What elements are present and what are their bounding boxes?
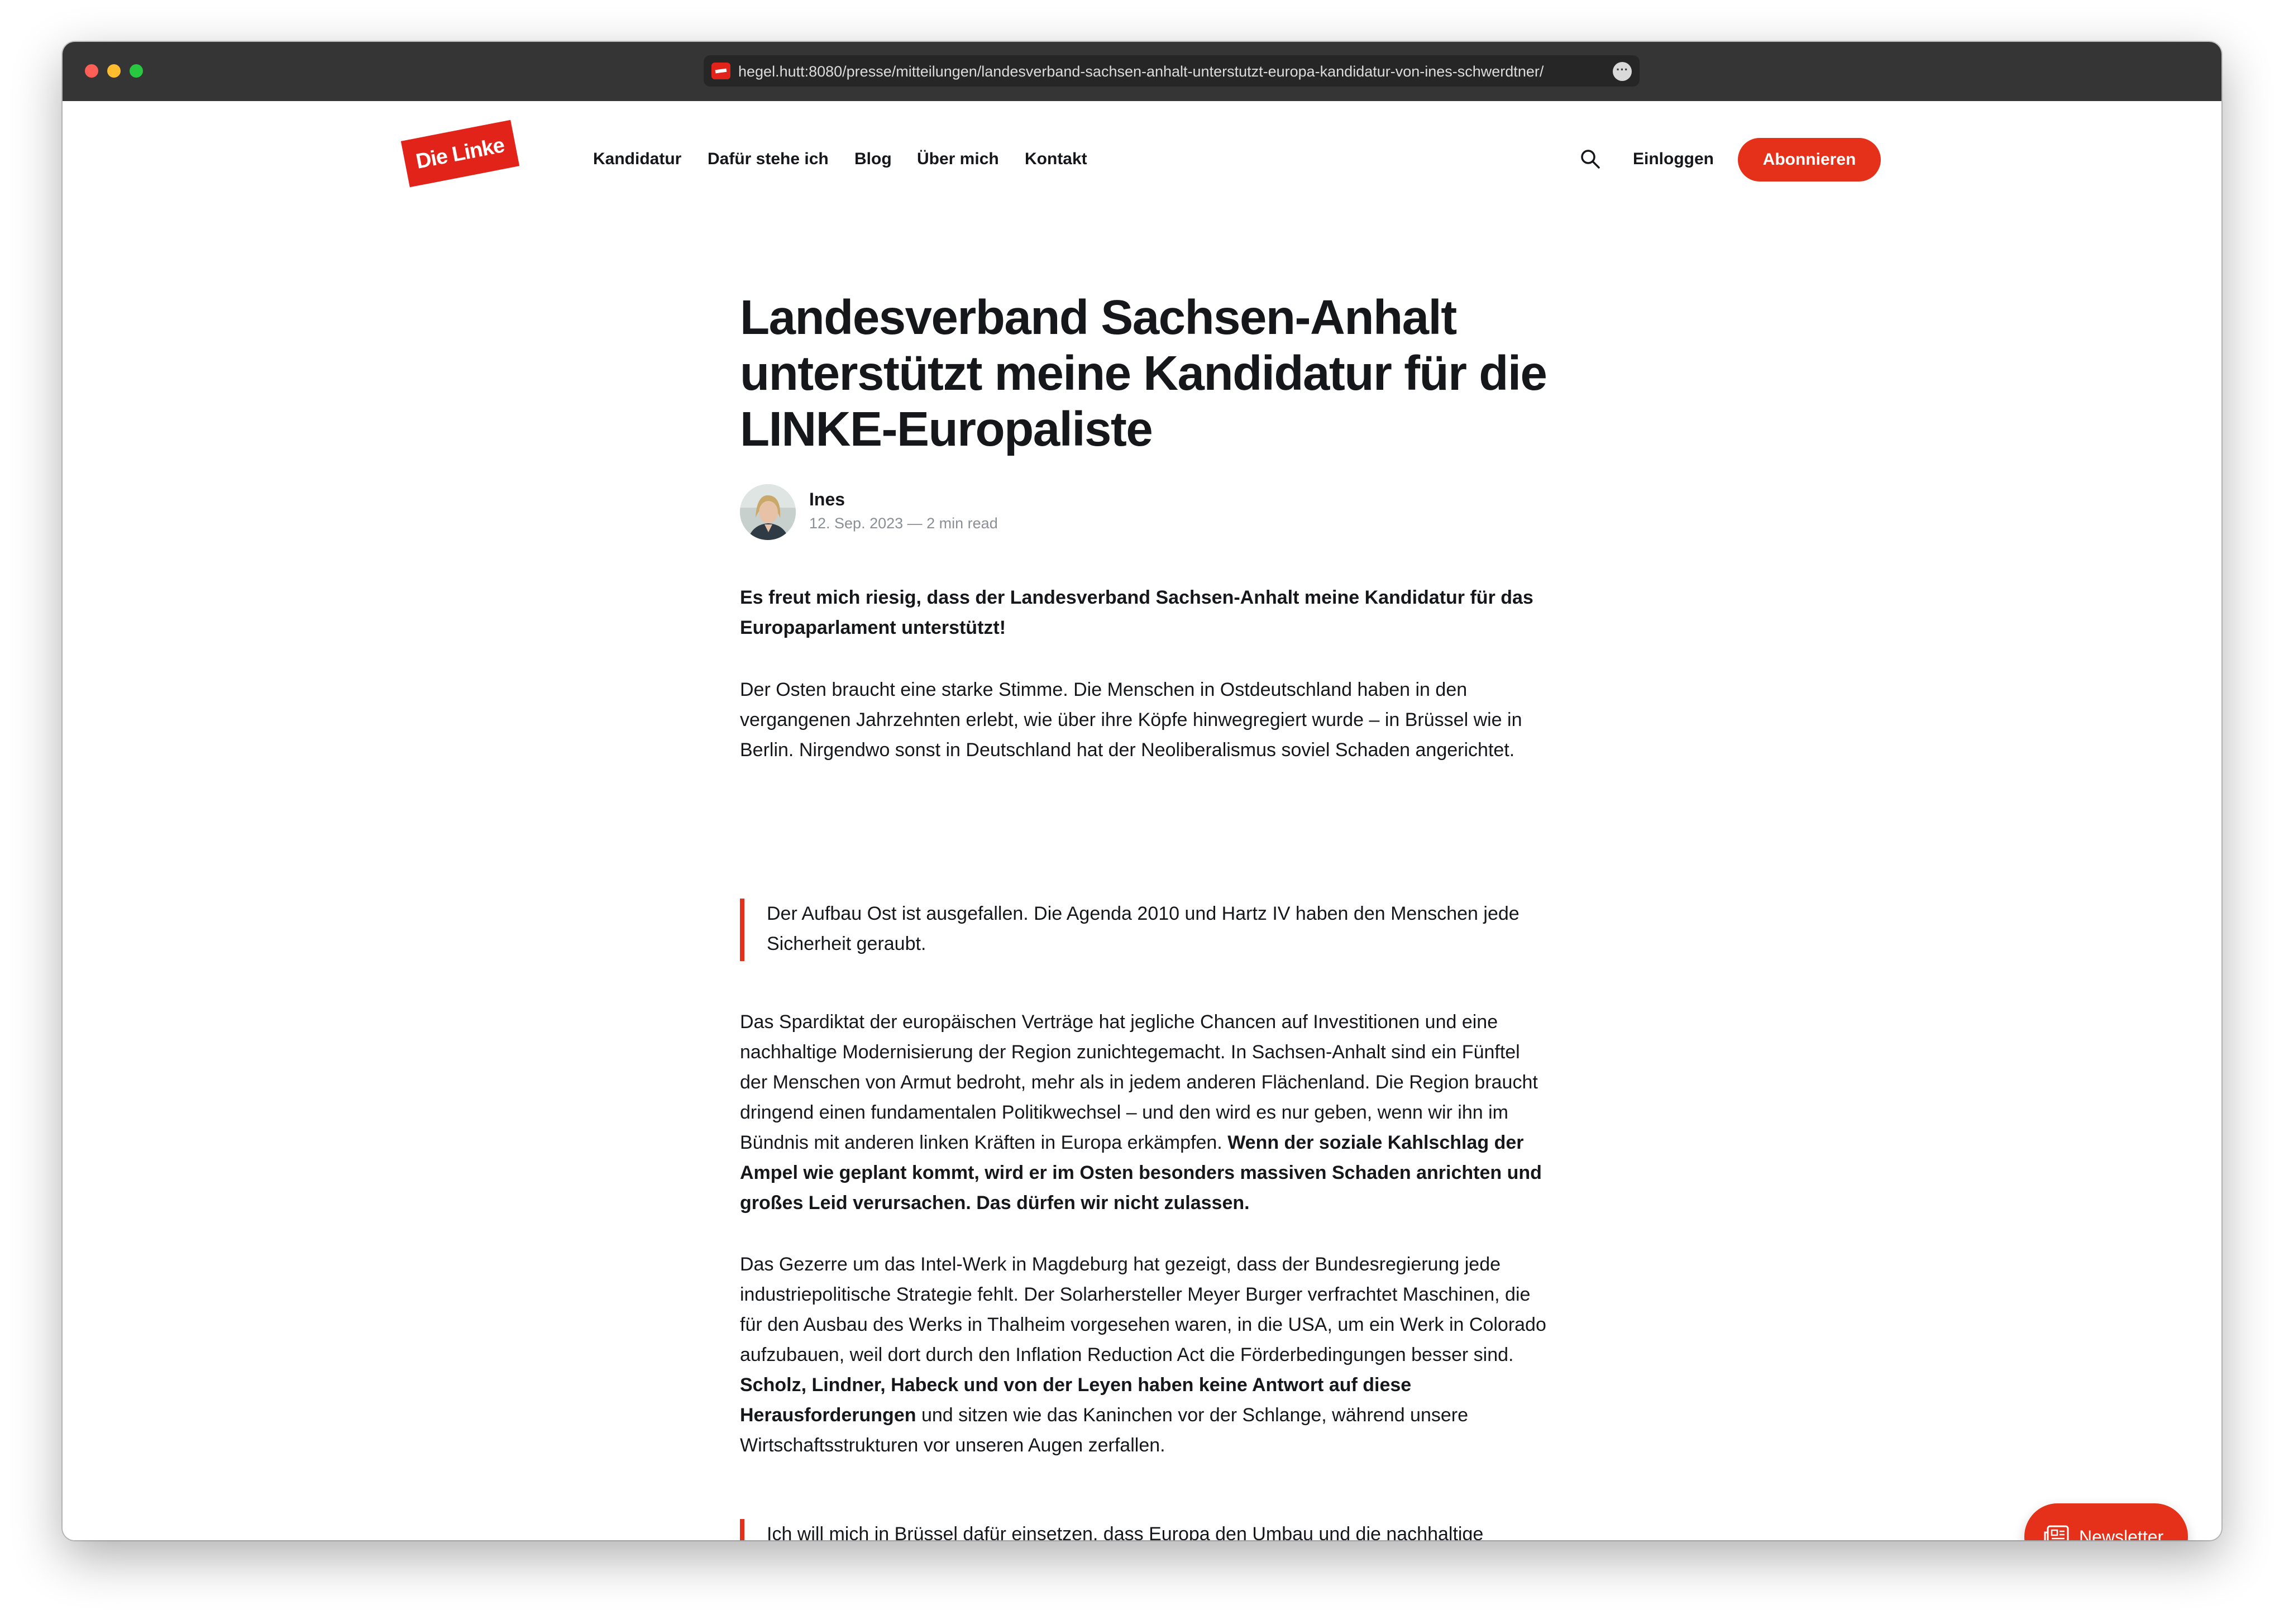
login-link[interactable]: Einloggen bbox=[1633, 149, 1714, 169]
paragraph-3-text: Das Gezerre um das Intel-Werk in Magdebu… bbox=[740, 1254, 1546, 1365]
blockquote-1-text: Der Aufbau Ost ist ausgefallen. Die Agen… bbox=[767, 903, 1520, 954]
site-logo[interactable]: Die Linke bbox=[400, 120, 520, 188]
more-icon[interactable]: ··· bbox=[1613, 62, 1632, 81]
avatar[interactable] bbox=[740, 484, 796, 540]
subscribe-button[interactable]: Abonnieren bbox=[1738, 138, 1881, 181]
address-bar[interactable]: hegel.hutt:8080/presse/mitteilungen/land… bbox=[704, 55, 1640, 87]
favicon-icon bbox=[711, 63, 730, 79]
nav-item-kontakt[interactable]: Kontakt bbox=[1025, 149, 1087, 169]
web-page: Die Linke Kandidatur Dafür stehe ich Blo… bbox=[63, 101, 2221, 1540]
close-window-button[interactable] bbox=[85, 64, 98, 78]
author-name[interactable]: Ines bbox=[809, 489, 845, 510]
article-title: Landesverband Sachsen-Anhalt unterstützt… bbox=[740, 290, 1547, 456]
browser-window: hegel.hutt:8080/presse/mitteilungen/land… bbox=[63, 42, 2221, 1540]
newsletter-button[interactable]: Newsletter bbox=[2024, 1503, 2188, 1540]
newsletter-label: Newsletter bbox=[2079, 1527, 2164, 1540]
blockquote-2-text: Ich will mich in Brüssel dafür einsetzen… bbox=[767, 1523, 1484, 1540]
article-paragraph-3: Das Gezerre um das Intel-Werk in Magdebu… bbox=[740, 1249, 1550, 1460]
blockquote-1: Der Aufbau Ost ist ausgefallen. Die Agen… bbox=[740, 899, 1550, 961]
url-text[interactable]: hegel.hutt:8080/presse/mitteilungen/land… bbox=[738, 63, 1603, 80]
browser-titlebar: hegel.hutt:8080/presse/mitteilungen/land… bbox=[63, 42, 2221, 101]
nav-item-kandidatur[interactable]: Kandidatur bbox=[593, 149, 681, 169]
article-paragraph-2: Das Spardiktat der europäischen Verträge… bbox=[740, 1007, 1550, 1218]
article-meta: 12. Sep. 2023 — 2 min read bbox=[809, 515, 998, 532]
newsletter-icon bbox=[2044, 1525, 2069, 1540]
article-paragraph-1: Der Osten braucht eine starke Stimme. Di… bbox=[740, 679, 1522, 761]
nav-item-dafuer-stehe-ich[interactable]: Dafür stehe ich bbox=[708, 149, 829, 169]
nav-item-blog[interactable]: Blog bbox=[854, 149, 892, 169]
nav-item-ueber-mich[interactable]: Über mich bbox=[917, 149, 999, 169]
article-lead: Es freut mich riesig, dass der Landesver… bbox=[740, 587, 1533, 638]
minimize-window-button[interactable] bbox=[107, 64, 121, 78]
maximize-window-button[interactable] bbox=[130, 64, 143, 78]
search-icon[interactable] bbox=[1579, 148, 1602, 170]
blockquote-2: Ich will mich in Brüssel dafür einsetzen… bbox=[740, 1519, 1550, 1540]
